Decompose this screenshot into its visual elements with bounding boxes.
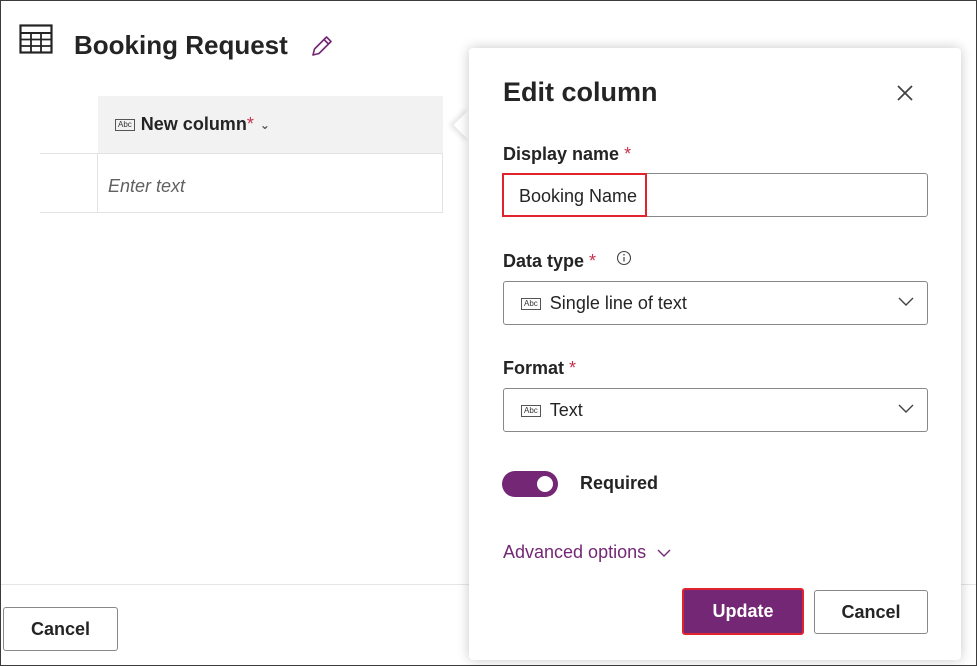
format-value: Text: [549, 400, 583, 420]
grid-divider: [442, 153, 443, 213]
toggle-knob: [537, 476, 553, 492]
chevron-down-icon: [898, 404, 914, 413]
advanced-options-link[interactable]: Advanced options: [503, 542, 672, 563]
required-toggle-label: Required: [580, 473, 659, 493]
panel-title: Edit column: [503, 77, 658, 107]
display-name-value: Booking Name: [519, 186, 638, 206]
required-mark: *: [246, 114, 254, 134]
page-title: Booking Request: [74, 30, 288, 60]
info-icon[interactable]: [616, 250, 632, 266]
data-type-value: Single line of text: [549, 293, 687, 313]
data-type-select[interactable]: Abc Single line of text: [503, 281, 928, 325]
format-select-content: Abc Text: [521, 400, 583, 421]
data-type-label: Data type *: [503, 251, 596, 272]
grid-divider: [97, 153, 98, 213]
chevron-down-icon[interactable]: ⌄: [260, 118, 270, 132]
panel-cancel-button[interactable]: Cancel: [814, 590, 928, 634]
grid-divider: [40, 153, 443, 154]
table-icon: [19, 24, 53, 54]
text-type-icon: Abc: [521, 297, 541, 310]
display-name-label-text: Display name: [503, 144, 620, 164]
column-header-label: New column: [140, 114, 247, 134]
format-label-text: Format: [503, 358, 565, 378]
text-type-icon: Abc: [115, 118, 135, 131]
text-type-icon: Abc: [521, 404, 541, 417]
grid-divider: [40, 212, 443, 213]
pencil-icon[interactable]: [309, 33, 335, 59]
footer-cancel-button[interactable]: Cancel: [3, 607, 118, 651]
display-name-label: Display name *: [503, 144, 631, 165]
edit-column-panel: Edit column Display name * Booking Name …: [469, 48, 961, 660]
chevron-down-icon: [657, 549, 671, 557]
grid-cell-input[interactable]: Enter text: [108, 176, 185, 197]
data-type-select-content: Abc Single line of text: [521, 293, 687, 314]
required-mark: *: [569, 358, 577, 378]
advanced-options-label: Advanced options: [503, 542, 647, 562]
column-header-content: Abc New column * ⌄: [115, 114, 270, 135]
required-toggle[interactable]: [502, 471, 558, 497]
required-mark: *: [589, 251, 597, 271]
grid-column-header[interactable]: Abc New column * ⌄: [98, 96, 443, 153]
close-icon[interactable]: [893, 81, 917, 105]
format-label: Format *: [503, 358, 576, 379]
update-button[interactable]: Update: [682, 588, 804, 635]
required-mark: *: [624, 144, 632, 164]
data-type-label-text: Data type: [503, 251, 585, 271]
chevron-down-icon: [898, 297, 914, 306]
display-name-field[interactable]: Booking Name: [503, 173, 928, 217]
format-select[interactable]: Abc Text: [503, 388, 928, 432]
